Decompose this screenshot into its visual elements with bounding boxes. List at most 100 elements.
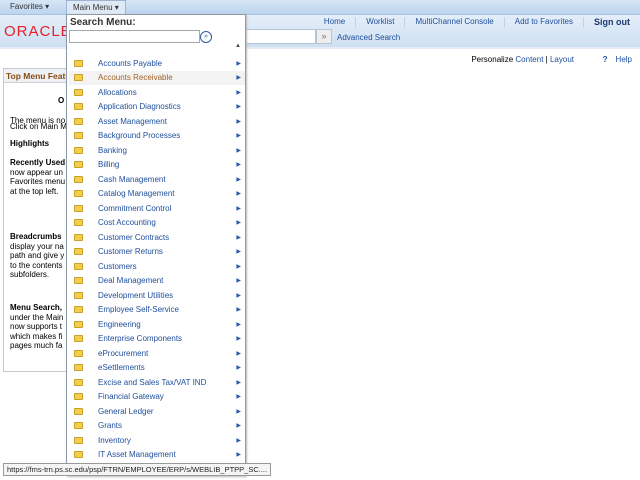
submenu-arrow-icon: ▶ — [236, 336, 241, 342]
submenu-arrow-icon: ▶ — [236, 147, 241, 154]
folder-icon — [74, 132, 83, 139]
menu-item[interactable]: Cash Management ▶ — [69, 172, 245, 186]
menu-item-label: Cost Accounting — [98, 218, 156, 227]
folder-icon — [74, 88, 83, 96]
menu-item[interactable]: eProcurement ▶ — [69, 346, 245, 360]
menu-item[interactable]: Allocations ▶ — [69, 85, 245, 99]
personalize-content-link[interactable]: Content — [515, 55, 543, 64]
menu-item[interactable]: Customer Contracts ▶ — [69, 230, 245, 244]
pagelet-text-line: O — [58, 96, 65, 105]
menu-item[interactable]: Inventory ▶ — [69, 433, 245, 447]
menu-item[interactable]: eSettlements ▶ — [69, 361, 245, 375]
pagelet-text-line: Highlights — [10, 139, 50, 148]
folder-icon — [74, 422, 83, 429]
advanced-search-link[interactable]: Advanced Search — [337, 33, 400, 42]
menu-item[interactable]: Employee Self-Service ▶ — [69, 303, 245, 317]
submenu-arrow-icon: ▶ — [236, 321, 241, 328]
submenu-arrow-icon: ▶ — [236, 350, 241, 357]
submenu-arrow-icon: ▶ — [236, 408, 241, 415]
menu-item[interactable]: Customers ▶ — [69, 259, 245, 273]
menu-item[interactable]: Cost Accounting ▶ — [69, 216, 245, 230]
personalize-layout-link[interactable]: Layout — [550, 55, 574, 64]
pagelet-text-line: subfolders. — [10, 270, 50, 279]
favorites-menu-button[interactable]: Favorites ▾ — [4, 0, 55, 15]
help-label: Help — [615, 55, 632, 64]
pagelet-text-line: pages much fa — [10, 341, 63, 350]
menu-item[interactable]: Engineering ▶ — [69, 317, 245, 331]
pagelet-text-line: Recently Used — [10, 158, 66, 167]
menu-item[interactable]: Excise and Sales Tax/VAT IND ▶ — [69, 375, 245, 389]
menu-item[interactable]: Enterprise Components ▶ — [69, 332, 245, 346]
header-links: Home Worklist MultiChannel Console Add t… — [314, 17, 640, 27]
menu-item-label: Background Processes — [98, 131, 181, 140]
menu-item-label: Financial Gateway — [98, 392, 164, 401]
menu-item[interactable]: Asset Management ▶ — [69, 114, 245, 128]
pagelet-text-line: path and give y — [10, 251, 65, 260]
worklist-link[interactable]: Worklist — [356, 17, 406, 27]
menu-item[interactable]: Development Utilities ▶ — [69, 288, 245, 302]
submenu-arrow-icon: ▶ — [236, 394, 241, 400]
home-link[interactable]: Home — [314, 17, 357, 27]
menu-item[interactable]: IT Asset Management ▶ — [69, 448, 245, 462]
menu-item-label: Accounts Payable — [98, 58, 163, 68]
folder-icon — [74, 59, 83, 67]
folder-icon — [74, 190, 83, 197]
folder-icon — [74, 117, 83, 125]
menu-item-label: Employee Self-Service — [98, 305, 179, 314]
header-search-go-button[interactable]: » — [316, 29, 332, 44]
menu-search-go-icon[interactable]: » — [200, 31, 212, 43]
submenu-arrow-icon: ▶ — [236, 365, 241, 371]
menu-item-label: Accounts Receivable — [98, 73, 173, 82]
help-link[interactable]: ? Help — [603, 55, 632, 64]
folder-icon — [74, 407, 83, 415]
folder-icon — [74, 103, 83, 110]
menu-item-label: Banking — [98, 145, 127, 155]
submenu-arrow-icon: ▶ — [236, 234, 241, 241]
menu-item[interactable]: Application Diagnostics ▶ — [69, 100, 245, 114]
folder-icon — [74, 248, 83, 255]
folder-icon — [74, 335, 83, 342]
submenu-arrow-icon: ▶ — [236, 191, 241, 197]
menu-item[interactable]: Customer Returns ▶ — [69, 245, 245, 259]
menu-item[interactable]: Banking ▶ — [69, 143, 245, 157]
menu-item[interactable]: Commitment Control ▶ — [69, 201, 245, 215]
menu-item-label: Inventory — [98, 435, 131, 445]
menu-item-label: Excise and Sales Tax/VAT IND — [98, 377, 207, 387]
header-search-input[interactable] — [240, 29, 316, 44]
submenu-arrow-icon: ▶ — [236, 75, 241, 81]
menu-item[interactable]: Deal Management ▶ — [69, 274, 245, 288]
menu-item-label: Development Utilities — [98, 290, 174, 300]
menu-item[interactable]: Billing ▶ — [69, 158, 245, 172]
search-menu-label: Search Menu: — [70, 17, 136, 28]
submenu-arrow-icon: ▶ — [236, 60, 241, 67]
menu-item[interactable]: Accounts Receivable ▶ — [69, 70, 245, 85]
menu-item[interactable]: General Ledger ▶ — [69, 404, 245, 418]
scroll-up-icon[interactable]: ▲ — [235, 43, 241, 49]
folder-icon — [74, 146, 83, 154]
submenu-arrow-icon: ▶ — [236, 133, 241, 139]
menu-item-label: Enterprise Components — [98, 334, 183, 343]
menu-item-label: Allocations — [98, 87, 137, 97]
add-to-favorites-link[interactable]: Add to Favorites — [505, 17, 584, 27]
separator: | — [545, 55, 548, 64]
menu-item[interactable]: Background Processes ▶ — [69, 129, 245, 143]
main-menu-button[interactable]: Main Menu ▾ — [66, 0, 126, 15]
menu-item-label: Cash Management — [98, 174, 166, 184]
sign-out-link[interactable]: Sign out — [584, 17, 640, 27]
menu-search-input[interactable] — [69, 30, 200, 43]
menu-item-label: Customer Returns — [98, 247, 163, 256]
menu-item-label: Billing — [98, 160, 120, 169]
menu-item-label: eSettlements — [98, 363, 145, 372]
submenu-arrow-icon: ▶ — [236, 249, 241, 255]
multichannel-console-link[interactable]: MultiChannel Console — [405, 17, 505, 27]
pagelet-text-line: Breadcrumbs — [10, 232, 62, 241]
submenu-arrow-icon: ▶ — [236, 292, 241, 299]
menu-item[interactable]: Financial Gateway ▶ — [69, 390, 245, 404]
folder-icon — [74, 349, 83, 357]
submenu-arrow-icon: ▶ — [236, 220, 241, 226]
menu-item[interactable]: Grants ▶ — [69, 419, 245, 433]
menu-item[interactable]: Accounts Payable ▶ — [69, 56, 245, 70]
menu-item[interactable]: Catalog Management ▶ — [69, 187, 245, 201]
folder-icon — [74, 436, 83, 444]
menu-item-label: Catalog Management — [98, 189, 175, 198]
